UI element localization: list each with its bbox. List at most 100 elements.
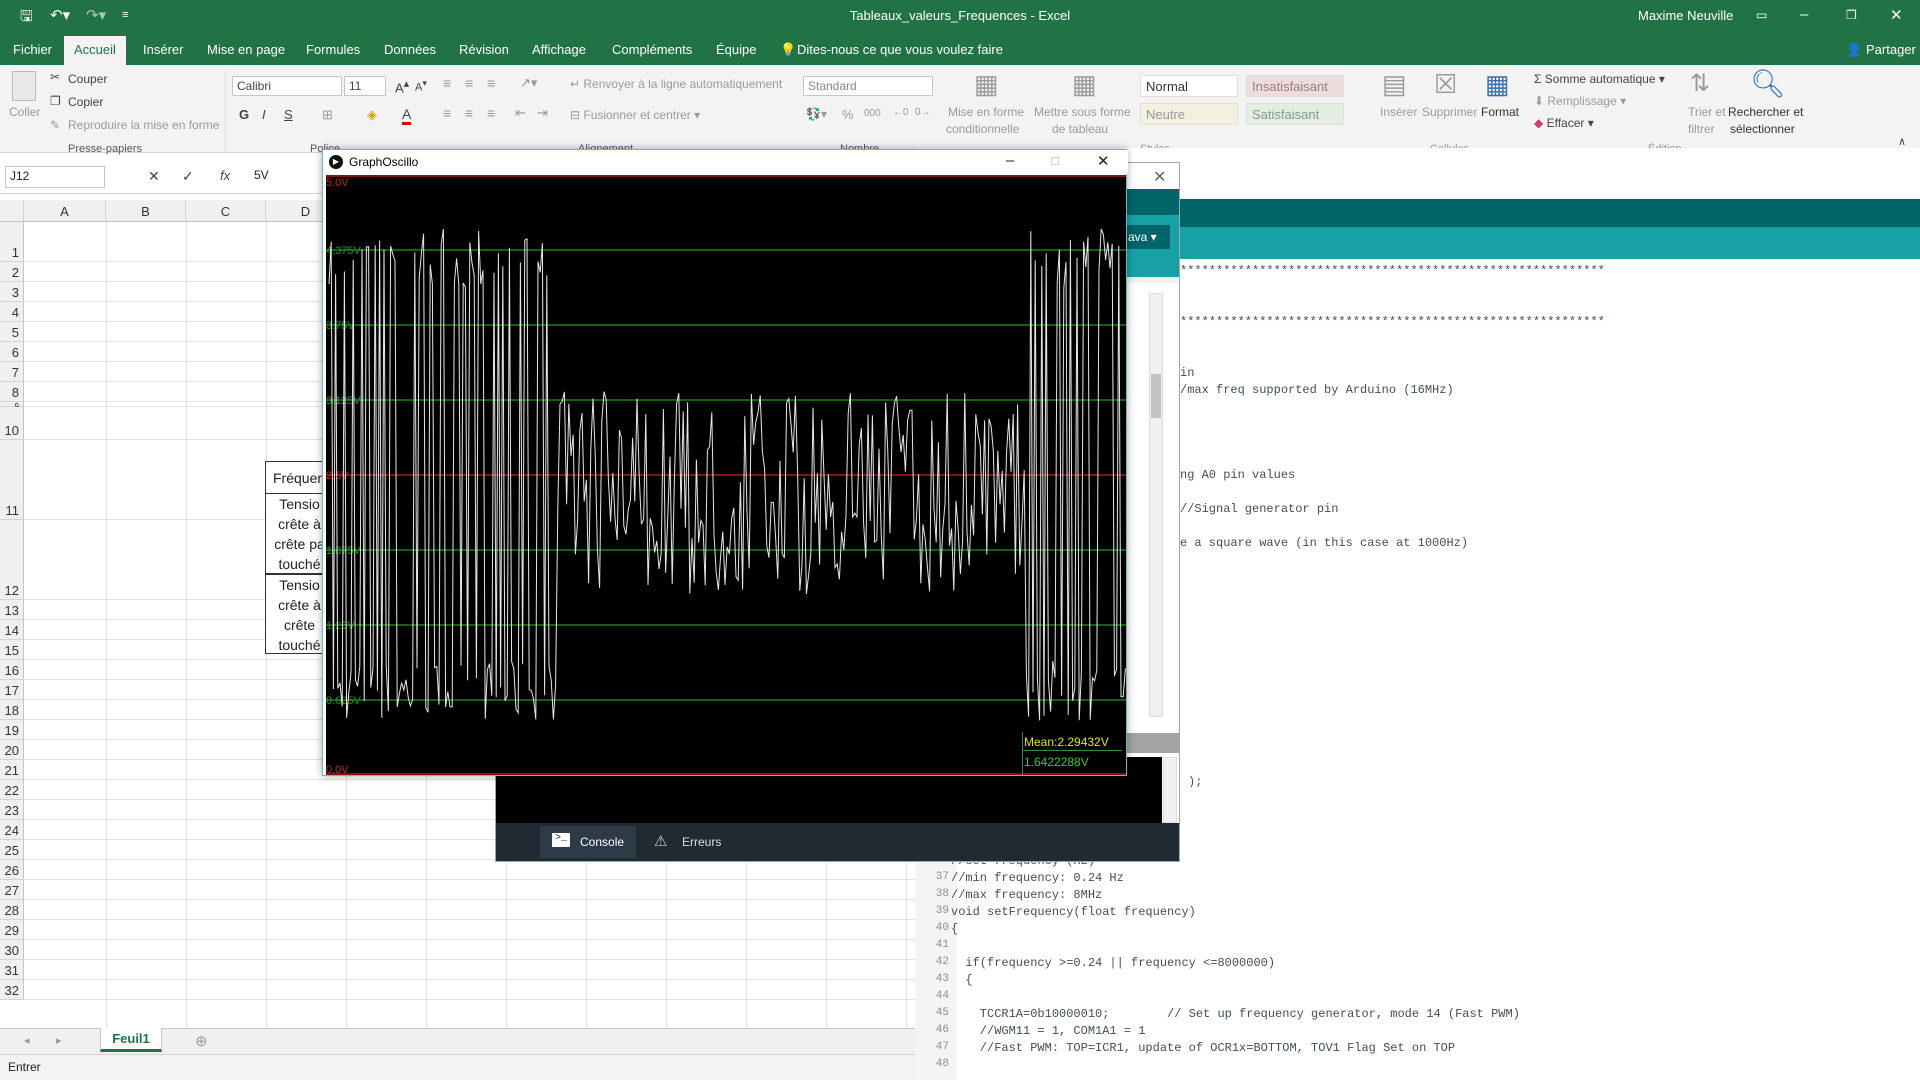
borders-icon[interactable]: ⊞ — [322, 107, 333, 123]
sort-filter-label-2[interactable]: filtrer — [1688, 122, 1715, 136]
wrap-text-button[interactable]: ↵ Renvoyer à la ligne automatiquement — [570, 77, 782, 91]
increase-indent-icon[interactable]: ⇥ — [537, 105, 548, 121]
align-bottom-icon[interactable]: ≡ — [487, 75, 495, 91]
row-header-6[interactable]: 6 — [0, 342, 24, 362]
style-neutre[interactable]: Neutre — [1140, 103, 1238, 125]
find-select-label-1[interactable]: Rechercher et — [1728, 105, 1803, 119]
oscilloscope-plot[interactable]: 5.0V 4.375V 3.75V 3.125V 2.5V 1.875V 1.25V 0.62… — [326, 175, 1126, 776]
format-cells-icon[interactable]: ▦ — [1485, 69, 1510, 100]
italic-icon[interactable]: I — [262, 107, 266, 122]
row-header-30[interactable]: 30 — [0, 940, 24, 960]
insert-function-icon[interactable]: fx — [220, 168, 230, 183]
shrink-font-icon[interactable]: A▾ — [415, 78, 427, 94]
row-header-29[interactable]: 29 — [0, 920, 24, 940]
code-scrollbar[interactable] — [1149, 293, 1163, 717]
copy-icon[interactable]: ❐ — [50, 94, 61, 108]
conditional-format-label-2[interactable]: conditionnelle — [946, 122, 1019, 136]
tab-mise-en-page[interactable]: Mise en page — [207, 42, 285, 57]
osc-close-icon[interactable]: ✕ — [1097, 152, 1110, 170]
paste-icon[interactable] — [12, 71, 36, 101]
tab-equipe[interactable]: Équipe — [716, 42, 756, 57]
sort-filter-label-1[interactable]: Trier et — [1688, 105, 1726, 119]
column-header-b[interactable]: B — [106, 200, 186, 222]
cell-d13[interactable]: Tensio crête à crête touché — [265, 574, 325, 654]
row-header-23[interactable]: 23 — [0, 800, 24, 820]
conditional-format-icon[interactable]: ▦ — [974, 69, 999, 100]
tab-accueil[interactable]: Accueil — [64, 36, 126, 65]
row-header-5[interactable]: 5 — [0, 322, 24, 342]
sheet-tab-feuil1[interactable]: Feuil1 — [100, 1028, 162, 1052]
row-header-27[interactable]: 27 — [0, 880, 24, 900]
font-color-icon[interactable]: A — [402, 106, 412, 125]
tab-formules[interactable]: Formules — [306, 42, 360, 57]
row-header-8[interactable]: 8 — [0, 382, 24, 402]
name-box[interactable]: J12 — [5, 166, 105, 188]
ribbon-display-icon[interactable]: ▭ — [1756, 8, 1767, 22]
decrease-indent-icon[interactable]: ⇤ — [515, 105, 526, 121]
row-header-20[interactable]: 20 — [0, 740, 24, 760]
row-header-28[interactable]: 28 — [0, 900, 24, 920]
row-header-19[interactable]: 19 — [0, 720, 24, 740]
console-scrollbar[interactable] — [1163, 757, 1177, 823]
increase-decimal-icon[interactable]: ←0 — [893, 107, 909, 118]
sort-filter-icon[interactable]: ⇅ — [1690, 69, 1710, 98]
tab-donnees[interactable]: Données — [384, 42, 436, 57]
osc-maximize-icon[interactable]: □ — [1051, 153, 1059, 168]
grow-font-icon[interactable]: A▴ — [395, 77, 409, 95]
bold-icon[interactable]: G — [239, 107, 249, 122]
row-header-12[interactable]: 12 — [0, 520, 24, 600]
paste-button[interactable]: Coller — [9, 105, 40, 119]
format-painter-button[interactable]: Reproduire la mise en forme — [68, 118, 219, 132]
align-right-icon[interactable]: ≡ — [487, 105, 495, 121]
row-header-17[interactable]: 17 — [0, 680, 24, 700]
underline-icon[interactable]: S — [284, 107, 293, 122]
code-editor-lower[interactable]: 36//set frequency (Hz)37//min frequency:… — [915, 840, 1920, 1080]
collapse-ribbon-icon[interactable]: ∧ — [1898, 135, 1906, 148]
column-header-a[interactable]: A — [24, 200, 106, 222]
insert-cells-button[interactable]: Insérer — [1380, 105, 1417, 119]
decrease-decimal-icon[interactable]: 0→ — [915, 107, 931, 118]
cut-button[interactable]: Couper — [68, 72, 107, 86]
add-sheet-icon[interactable]: ⊕ — [195, 1032, 208, 1050]
row-header-1[interactable]: 1 — [0, 222, 24, 262]
row-header-22[interactable]: 22 — [0, 780, 24, 800]
console-tab[interactable]: >_ Console — [540, 826, 636, 858]
close-icon[interactable]: ✕ — [1890, 6, 1903, 24]
style-insatisfaisant[interactable]: Insatisfaisant — [1246, 75, 1344, 97]
merge-center-button[interactable]: ⊟ Fusionner et centrer ▾ — [570, 108, 700, 122]
graphoscillo-titlebar[interactable]: ▶ GraphOscillo – □ ✕ — [323, 150, 1128, 174]
row-header-3[interactable]: 3 — [0, 282, 24, 302]
row-header-2[interactable]: 2 — [0, 262, 24, 282]
tab-complements[interactable]: Compléments — [612, 42, 692, 57]
row-header-11[interactable]: 11 — [0, 440, 24, 520]
prev-sheet-icon[interactable]: ◂ — [24, 1034, 30, 1047]
align-middle-icon[interactable]: ≡ — [465, 75, 473, 91]
tab-affichage[interactable]: Affichage — [532, 42, 586, 57]
cancel-entry-icon[interactable]: ✕ — [148, 168, 160, 185]
tab-fichier[interactable]: Fichier — [13, 42, 52, 57]
confirm-entry-icon[interactable]: ✓ — [182, 168, 194, 185]
osc-minimize-icon[interactable]: – — [1006, 152, 1014, 169]
row-header-4[interactable]: 4 — [0, 302, 24, 322]
row-header-7[interactable]: 7 — [0, 362, 24, 382]
format-cells-button[interactable]: Format — [1481, 105, 1519, 119]
format-as-table-label-1[interactable]: Mettre sous forme — [1034, 105, 1131, 119]
row-header-14[interactable]: 14 — [0, 620, 24, 640]
tab-revision[interactable]: Révision — [459, 42, 509, 57]
font-name-select[interactable]: Calibri — [232, 76, 342, 96]
minimize-icon[interactable]: – — [1800, 6, 1808, 23]
tab-inserer[interactable]: Insérer — [143, 42, 183, 57]
delete-cells-button[interactable]: Supprimer — [1422, 105, 1477, 119]
row-header-24[interactable]: 24 — [0, 820, 24, 840]
format-as-table-icon[interactable]: ▦ — [1072, 69, 1097, 100]
row-header-16[interactable]: 16 — [0, 660, 24, 680]
row-header-10[interactable]: 10 — [0, 407, 24, 440]
row-header-13[interactable]: 13 — [0, 600, 24, 620]
user-name[interactable]: Maxime Neuville — [1638, 8, 1733, 23]
tell-me-input[interactable]: Dites-nous ce que vous voulez faire — [797, 42, 1003, 57]
code-scrollbar-thumb[interactable] — [1151, 374, 1161, 418]
percent-icon[interactable]: % — [842, 107, 854, 122]
accounting-format-icon[interactable]: 💱▾ — [806, 107, 827, 121]
autosum-button[interactable]: Σ Somme automatique ▾ — [1534, 72, 1665, 86]
orientation-icon[interactable]: ↗▾ — [520, 75, 537, 91]
